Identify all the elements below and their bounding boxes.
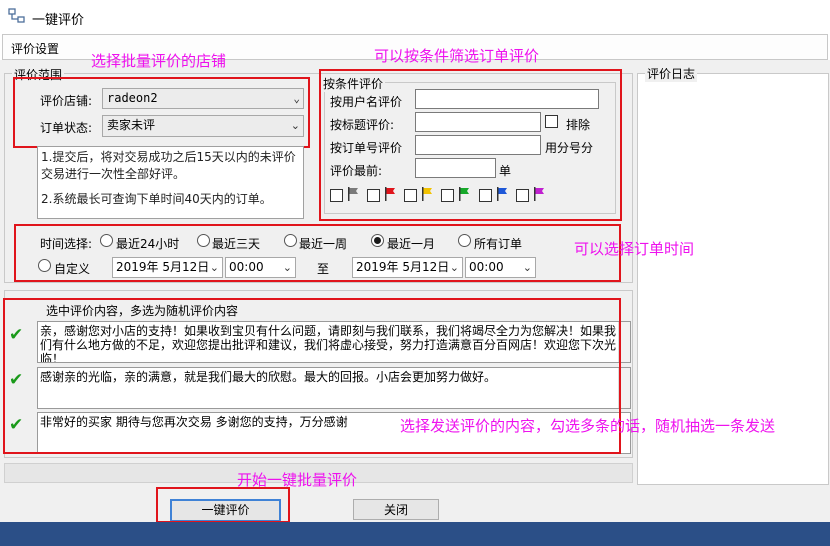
annotation-start: 开始一键批量评价 xyxy=(237,471,358,489)
status-bar xyxy=(0,522,830,546)
filter-highlight-box xyxy=(319,69,622,221)
annotation-time: 可以选择订单时间 xyxy=(574,240,695,258)
window-title: 一键评价 xyxy=(32,13,85,28)
annotation-shop: 选择批量评价的店铺 xyxy=(91,52,227,70)
close-button[interactable]: 关闭 xyxy=(353,499,439,520)
tab-settings[interactable]: 评价设置 xyxy=(11,40,59,57)
annotation-content: 选择发送评价的内容，勾选多条的话，随机抽选一条发送 xyxy=(400,417,776,435)
annotation-filter: 可以按条件筛选订单评价 xyxy=(374,47,540,65)
title-bar: 一键评价 xyxy=(0,0,830,33)
app-icon xyxy=(8,8,25,23)
time-highlight-box xyxy=(14,224,621,282)
shop-highlight-box xyxy=(13,77,310,148)
info-line-1: 1.提交后，将对交易成功之后15天以内的未评价交易进行一次性全部好评。 xyxy=(41,150,296,181)
info-text: 1.提交后，将对交易成功之后15天以内的未评价交易进行一次性全部好评。 2.系统… xyxy=(37,146,304,219)
start-highlight-box xyxy=(156,487,290,523)
info-line-2: 2.系统最长可查询下单时间40天内的订单。 xyxy=(41,192,272,206)
close-label: 关闭 xyxy=(383,503,408,517)
log-group-legend: 评价日志 xyxy=(645,65,698,82)
